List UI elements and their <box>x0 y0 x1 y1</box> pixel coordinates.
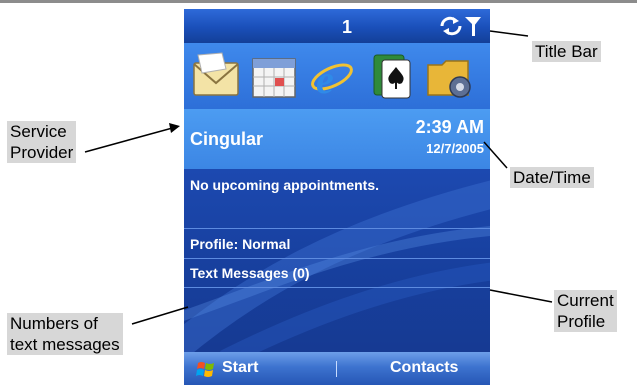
folder-settings-icon[interactable] <box>426 51 474 101</box>
sync-icon <box>440 16 462 36</box>
notification-count[interactable]: 1 <box>342 17 352 38</box>
provider-datetime-row[interactable]: Cingular 2:39 AM 12/7/2005 <box>184 109 490 169</box>
internet-explorer-icon[interactable]: e <box>308 51 356 101</box>
title-bar[interactable]: 1 <box>184 9 490 43</box>
callout-title-bar: Title Bar <box>532 41 601 62</box>
signal-icon <box>465 17 481 36</box>
solitaire-icon[interactable] <box>368 51 416 101</box>
callout-current-profile: Current Profile <box>554 290 617 332</box>
leader-service-provider <box>84 126 177 153</box>
current-profile[interactable]: Profile: Normal <box>190 236 290 252</box>
softkey-divider <box>336 361 337 377</box>
start-softkey[interactable]: Start <box>222 359 258 377</box>
status-icons[interactable] <box>439 14 483 38</box>
callout-text-messages: Numbers of text messages <box>7 313 123 355</box>
service-provider: Cingular <box>190 129 264 149</box>
top-rule <box>0 0 637 3</box>
callout-date-time: Date/Time <box>510 167 594 188</box>
svg-text:e: e <box>316 57 334 101</box>
contacts-softkey[interactable]: Contacts <box>390 359 458 377</box>
leader-text-messages <box>131 306 189 325</box>
current-date: 12/7/2005 <box>426 141 484 156</box>
mail-envelope-icon[interactable] <box>192 51 240 101</box>
callout-service-provider: Service Provider <box>7 121 77 163</box>
appointments-status[interactable]: No upcoming appointments. <box>190 177 379 193</box>
leader-current-profile <box>489 289 553 303</box>
windows-flag-icon <box>196 362 214 377</box>
calendar-icon[interactable] <box>250 51 298 101</box>
divider <box>184 228 490 229</box>
background-swoosh <box>184 180 490 359</box>
divider <box>184 258 490 259</box>
leader-title-bar <box>489 30 529 37</box>
app-icon-row: e <box>184 43 490 109</box>
divider <box>184 287 490 288</box>
softkey-bar: Start Contacts <box>184 352 490 385</box>
arrowhead-icon <box>169 123 180 133</box>
phone-screen: 1 e Cingular 2:39 AM 12/7/2005 No upcomi… <box>184 9 490 385</box>
text-messages-count[interactable]: Text Messages (0) <box>190 265 310 281</box>
clock-time: 2:39 AM <box>415 117 484 137</box>
